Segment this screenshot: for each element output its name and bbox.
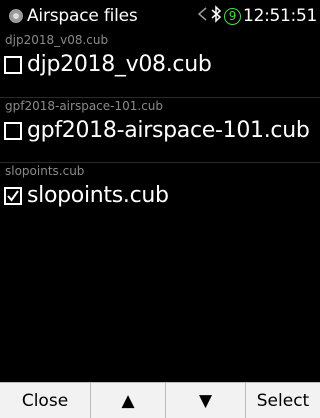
file-row: gpf2018-airspace-101.cub xyxy=(4,118,310,143)
list-item[interactable]: gpf2018-airspace-101.cub gpf2018-airspac… xyxy=(0,97,320,162)
file-name: slopoints.cub xyxy=(27,183,169,208)
airspace-app-icon xyxy=(8,8,24,24)
checked-checkbox-icon[interactable] xyxy=(4,186,22,205)
move-up-button[interactable]: ▲ xyxy=(90,383,165,418)
file-caption: djp2018_v08.cub xyxy=(5,33,109,47)
file-caption: gpf2018-airspace-101.cub xyxy=(5,99,164,113)
unchecked-checkbox-icon[interactable] xyxy=(4,55,22,74)
file-name: djp2018_v08.cub xyxy=(27,52,212,77)
button-bar: Close ▲ ▼ Select xyxy=(0,382,320,418)
status-icons: 9 xyxy=(196,5,242,27)
gps-satellite-icon: 9 xyxy=(224,7,242,25)
page-title: Airspace files xyxy=(27,6,138,26)
file-list: djp2018_v08.cub djp2018_v08.cub gpf2018-… xyxy=(0,32,320,227)
file-row: slopoints.cub xyxy=(4,183,169,208)
list-item[interactable]: djp2018_v08.cub djp2018_v08.cub xyxy=(0,32,320,97)
list-item[interactable]: slopoints.cub slopoints.cub xyxy=(0,162,320,227)
select-button[interactable]: Select xyxy=(245,383,320,418)
file-row: djp2018_v08.cub xyxy=(4,52,212,77)
move-down-button[interactable]: ▼ xyxy=(165,383,245,418)
unchecked-checkbox-icon[interactable] xyxy=(4,121,22,140)
status-bar: Airspace files 9 12:51:51 xyxy=(0,0,320,32)
file-name: gpf2018-airspace-101.cub xyxy=(27,118,310,143)
close-button[interactable]: Close xyxy=(0,383,90,418)
share-icon xyxy=(196,6,208,26)
bluetooth-icon xyxy=(210,5,222,27)
clock: 12:51:51 xyxy=(243,6,317,26)
file-caption: slopoints.cub xyxy=(5,164,85,178)
